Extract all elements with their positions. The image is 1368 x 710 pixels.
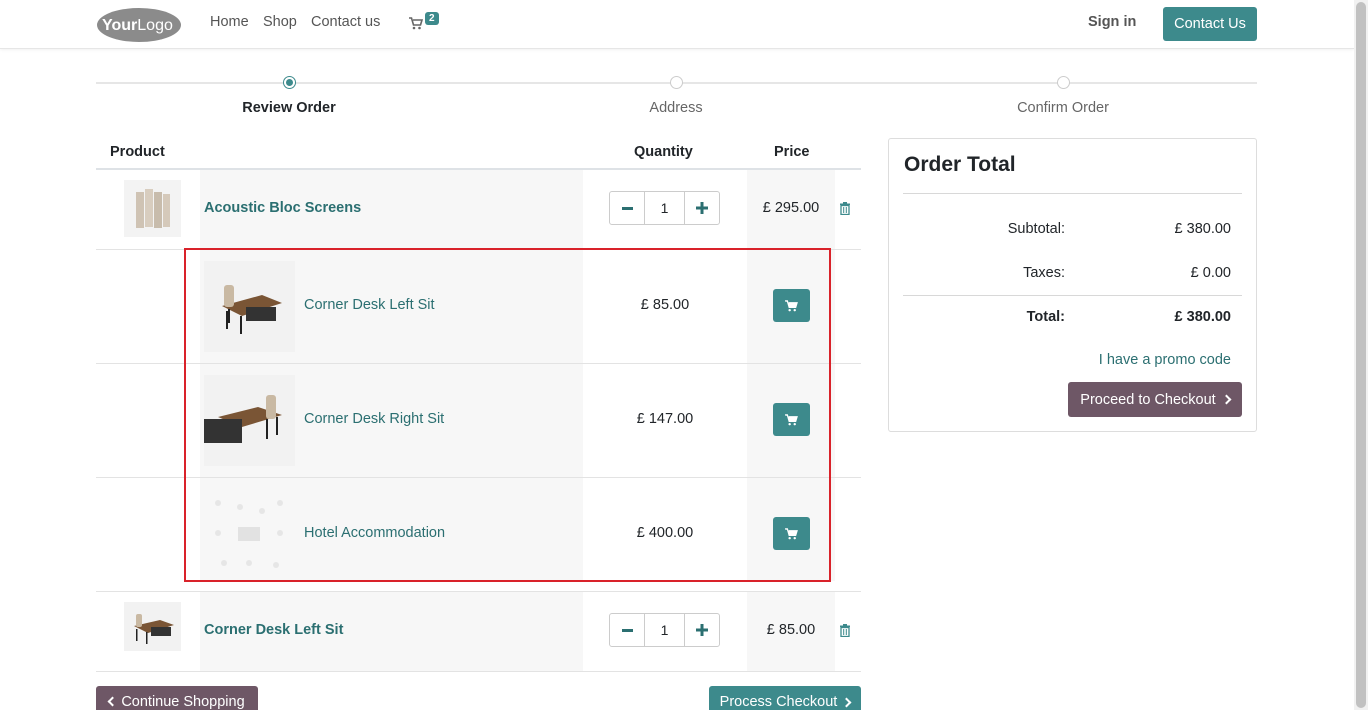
plus-button[interactable] xyxy=(685,192,719,224)
svg-text:YourLogo: YourLogo xyxy=(102,17,173,34)
order-total-card: Order Total Subtotal: £ 380.00 Taxes: £ … xyxy=(888,138,1257,432)
logo-text-light: Logo xyxy=(137,17,173,34)
product-image-acoustic[interactable] xyxy=(124,180,181,237)
minus-button[interactable] xyxy=(610,192,644,224)
acoustic-screen-image xyxy=(136,189,170,228)
promo-code-link[interactable]: I have a promo code xyxy=(1099,352,1231,368)
process-checkout-label: Process Checkout xyxy=(719,694,838,710)
subtotal-value: £ 380.00 xyxy=(1174,221,1231,237)
chevron-left-icon xyxy=(107,696,118,707)
column-product: Product xyxy=(110,144,165,160)
highlight-box xyxy=(184,248,831,582)
quantity-input[interactable]: 1 xyxy=(644,614,685,646)
column-price: Price xyxy=(774,144,810,160)
trash-icon[interactable] xyxy=(839,624,851,637)
column-quantity: Quantity xyxy=(634,144,693,160)
site-header: YourLogo Home Shop Contact us 2 Sign in … xyxy=(0,0,1354,49)
trash-icon[interactable] xyxy=(839,202,851,215)
proceed-to-checkout-label: Proceed to Checkout xyxy=(1080,391,1216,408)
plus-button[interactable] xyxy=(685,614,719,646)
nav-shop[interactable]: Shop xyxy=(263,14,297,30)
cart-line-name[interactable]: Corner Desk Left Sit xyxy=(204,622,343,638)
proceed-to-checkout-button[interactable]: Proceed to Checkout xyxy=(1068,382,1242,417)
desk-image xyxy=(124,602,181,651)
minus-icon xyxy=(621,628,633,632)
process-checkout-button[interactable]: Process Checkout xyxy=(709,686,861,710)
quantity-stepper[interactable]: 1 xyxy=(609,613,720,647)
card-divider xyxy=(903,193,1242,194)
step-confirm-order: Confirm Order xyxy=(1017,100,1109,116)
row-divider xyxy=(96,671,861,672)
step-review-order: Review Order xyxy=(242,100,336,116)
minus-button[interactable] xyxy=(610,614,644,646)
taxes-value: £ 0.00 xyxy=(1190,265,1231,281)
step-address-dot xyxy=(670,76,683,89)
chevron-right-icon xyxy=(1221,394,1232,405)
scrollbar-thumb[interactable] xyxy=(1356,2,1366,708)
shopping-cart-icon xyxy=(409,17,423,30)
contact-us-button[interactable]: Contact Us xyxy=(1163,7,1257,41)
subtotal-label: Subtotal: xyxy=(1007,221,1065,237)
cart-line-price: £ 295.00 xyxy=(762,200,820,216)
quantity-input[interactable]: 1 xyxy=(644,192,685,224)
quantity-stepper[interactable]: 1 xyxy=(609,191,720,225)
cart-link[interactable]: 2 xyxy=(409,12,443,34)
step-confirm-dot xyxy=(1057,76,1070,89)
minus-icon xyxy=(621,206,633,210)
nav-contact-us[interactable]: Contact us xyxy=(311,14,380,30)
total-label: Total: xyxy=(1026,309,1065,325)
cart-count-badge: 2 xyxy=(425,12,439,25)
total-value: £ 380.00 xyxy=(1174,309,1231,325)
taxes-label: Taxes: xyxy=(1023,265,1065,281)
logo[interactable]: YourLogo xyxy=(96,7,182,43)
plus-icon xyxy=(696,202,708,214)
page-scrollbar[interactable] xyxy=(1354,0,1368,710)
plus-icon xyxy=(696,624,708,636)
step-address: Address xyxy=(649,100,703,116)
continue-shopping-label: Continue Shopping xyxy=(121,694,245,710)
nav-home[interactable]: Home xyxy=(210,14,249,30)
sign-in-link[interactable]: Sign in xyxy=(1088,14,1136,30)
step-review-dot xyxy=(283,76,296,89)
order-total-title: Order Total xyxy=(904,153,1016,176)
product-image-corner-desk-left[interactable] xyxy=(124,602,181,651)
chevron-right-icon xyxy=(841,697,852,708)
cart-line-name[interactable]: Acoustic Bloc Screens xyxy=(204,200,361,216)
continue-shopping-button[interactable]: Continue Shopping xyxy=(96,686,258,710)
card-divider xyxy=(903,295,1242,296)
cart-line-price: £ 85.00 xyxy=(766,622,816,638)
logo-text-bold: Your xyxy=(102,17,137,34)
